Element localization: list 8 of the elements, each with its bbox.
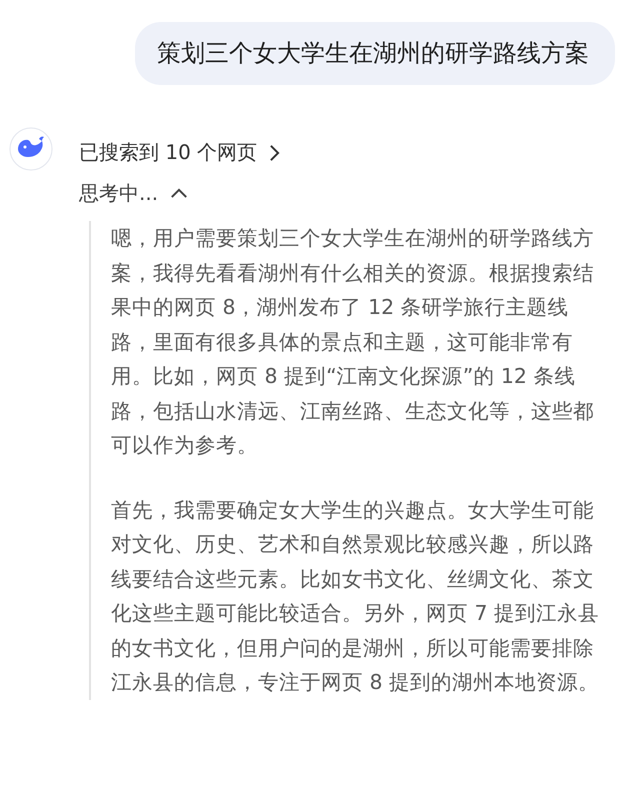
user-message: 策划三个女大学生在湖州的研学路线方案	[135, 22, 615, 85]
thinking-paragraph: 首先，我需要确定女大学生的兴趣点。女大学生可能对文化、历史、艺术和自然景观比较感兴趣，所以路线要结合这些元素。比如女书文化、丝绸文化、茶文化这些主题可能比较适合。另外，网页 7 提到江永县的女书文化，但用户问的是湖州，所以可能需要排除江永县的信息，专注于网页 8 提到的湖州本地资源。	[111, 496, 600, 696]
whale-avatar-icon	[9, 127, 53, 171]
search-results-link[interactable]: 已搜索到 10 个网页	[79, 139, 280, 166]
thinking-toggle[interactable]: 思考中...	[79, 180, 188, 207]
thinking-paragraph: 嗯，用户需要策划三个女大学生在湖州的研学路线方案，我得先看看湖州有什么相关的资源。根据搜索结果中的网页 8，湖州发布了 12 条研学旅行主题线路，里面有很多具体的景点和主题，这可能非常有用。比如，网页 8 提到“江南文化探源”的 12 条线路，包括山水清远、江南丝路、生态文化等，这些都可以作为参考。	[111, 225, 595, 459]
chevron-right-icon	[269, 144, 280, 162]
caret-up-icon	[170, 188, 188, 199]
